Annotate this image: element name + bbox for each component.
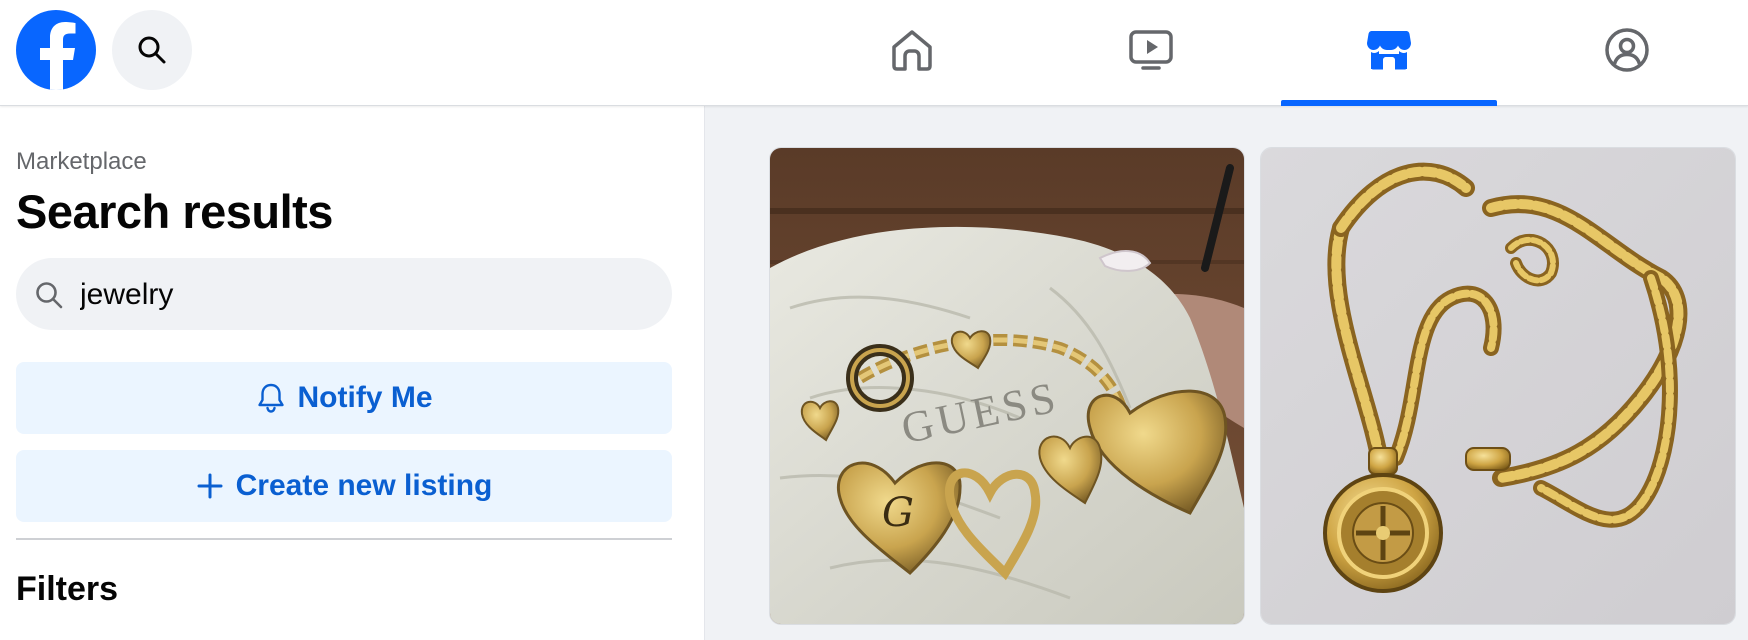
- search-icon: [36, 282, 63, 309]
- listing-card[interactable]: [1260, 147, 1736, 625]
- divider: [16, 538, 672, 540]
- marketplace-search-box[interactable]: [16, 258, 672, 332]
- active-tab-indicator: [1281, 100, 1497, 106]
- listing-card[interactable]: GUESS G: [769, 147, 1245, 625]
- gold-charm-bracelet-photo: GUESS G: [770, 148, 1244, 624]
- video-icon: [1129, 30, 1173, 70]
- breadcrumb[interactable]: Marketplace: [16, 148, 147, 176]
- marketplace-store-icon: [1367, 31, 1411, 70]
- create-new-listing-label: Create new listing: [235, 469, 493, 502]
- marketplace-sidebar: Marketplace Search results Notify Me Cre…: [0, 106, 705, 640]
- search-icon: [138, 36, 166, 64]
- search-input[interactable]: [78, 258, 642, 332]
- bell-icon: [257, 383, 284, 413]
- gold-chain-necklace-photo: [1261, 148, 1735, 624]
- tab-marketplace[interactable]: [1281, 0, 1497, 106]
- svg-text:G: G: [882, 490, 914, 536]
- page-title: Search results: [16, 185, 333, 238]
- plus-icon: [197, 473, 223, 499]
- facebook-logo-icon[interactable]: [16, 10, 96, 90]
- tab-home[interactable]: [804, 0, 1020, 105]
- search-button[interactable]: [112, 10, 192, 90]
- tab-video[interactable]: [1043, 0, 1259, 105]
- filters-heading: Filters: [16, 570, 119, 608]
- notify-me-button[interactable]: Notify Me: [16, 362, 672, 434]
- notify-me-label: Notify Me: [297, 381, 433, 414]
- create-new-listing-button[interactable]: Create new listing: [16, 450, 672, 522]
- search-results-grid: GUESS G: [705, 106, 1748, 640]
- home-icon: [892, 30, 932, 71]
- tab-groups[interactable]: [1519, 0, 1735, 105]
- groups-icon: [1605, 28, 1649, 72]
- top-navigation-bar: [0, 0, 1748, 106]
